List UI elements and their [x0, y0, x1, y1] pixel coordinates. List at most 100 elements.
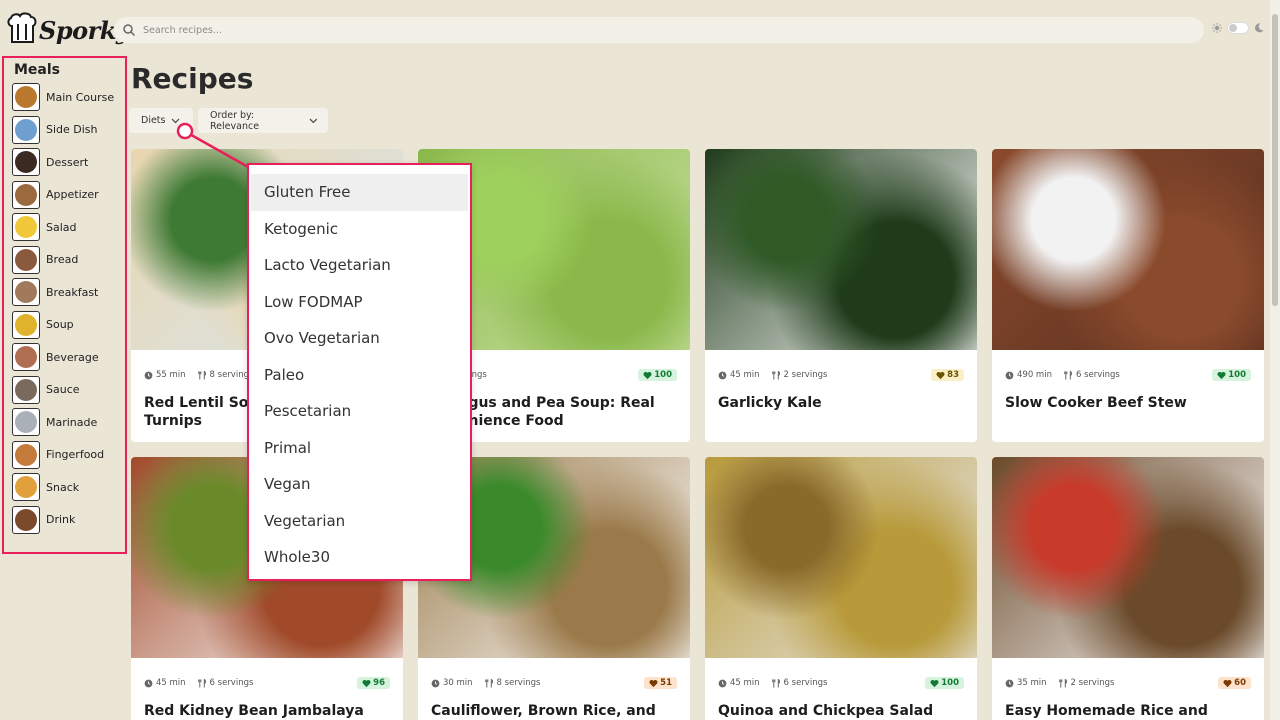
- cook-time-value: 35 min: [1017, 678, 1047, 688]
- bread-icon: [12, 245, 40, 274]
- app-logo[interactable]: Sporky: [6, 11, 130, 49]
- clock-icon: [718, 371, 727, 379]
- chevron-down-icon: [172, 118, 180, 123]
- health-score-value: 83: [947, 370, 959, 380]
- sun-icon: [1212, 23, 1222, 33]
- sidebar-item-soup[interactable]: Soup: [12, 309, 125, 342]
- heart-icon: [930, 679, 939, 687]
- utensils-icon: [197, 370, 206, 380]
- recipe-title[interactable]: Cauliflower, Brown Rice, and: [431, 702, 677, 720]
- diet-option-ketogenic[interactable]: Ketogenic: [251, 211, 468, 248]
- sidebar-item-label: Fingerfood: [46, 448, 105, 462]
- recipe-card[interactable]: 490 min 6 servings 100 Slow Cooker Beef Ste…: [992, 149, 1264, 442]
- sidebar-item-marinade[interactable]: Marinade: [12, 406, 125, 439]
- moon-icon: [1255, 23, 1264, 33]
- servings-value: 6 servings: [1075, 370, 1120, 380]
- dessert-icon: [12, 148, 40, 177]
- order-by-button[interactable]: Order by: Relevance: [198, 108, 328, 133]
- diet-option-lacto-vegetarian[interactable]: Lacto Vegetarian: [251, 247, 468, 284]
- meals-sidebar: Meals Main Course Side Dish Dessert Appetiz…: [2, 56, 127, 554]
- soup-icon: [12, 310, 40, 339]
- recipe-title[interactable]: Slow Cooker Beef Stew: [1005, 394, 1251, 412]
- recipe-card[interactable]: 45 min 6 servings 100 Quinoa and Chickpea S…: [705, 457, 977, 720]
- cook-time: 45 min: [144, 678, 186, 688]
- servings-value: 6 servings: [783, 678, 828, 688]
- heart-icon: [936, 371, 945, 379]
- app-header: Sporky: [0, 0, 1280, 58]
- servings: 6 servings: [1064, 370, 1120, 380]
- sidebar-item-label: Beverage: [46, 350, 99, 364]
- recipe-card[interactable]: 45 min 2 servings 83 Garlicky Kale: [705, 149, 977, 442]
- health-score-value: 100: [941, 678, 959, 688]
- recipe-meta: 30 min 8 servings 51: [431, 676, 677, 690]
- recipe-title[interactable]: Quinoa and Chickpea Salad with: [718, 702, 964, 720]
- recipe-title[interactable]: Easy Homemade Rice and Beans: [1005, 702, 1251, 720]
- sidebar-item-beverage[interactable]: Beverage: [12, 341, 125, 374]
- cook-time: 30 min: [431, 678, 473, 688]
- servings-value: 2 servings: [783, 370, 828, 380]
- servings-value: 6 servings: [209, 678, 254, 688]
- appetizer-icon: [12, 180, 40, 209]
- diets-filter-button[interactable]: Diets: [129, 108, 193, 133]
- sidebar-item-label: Drink: [46, 513, 76, 527]
- servings: 6 servings: [771, 678, 828, 688]
- sidebar-item-snack[interactable]: Snack: [12, 471, 125, 504]
- utensils-icon: [484, 678, 493, 688]
- diets-dropdown-menu: Gluten Free Ketogenic Lacto Vegetarian Low …: [247, 163, 472, 581]
- recipe-image[interactable]: [705, 149, 977, 350]
- recipe-image[interactable]: [992, 457, 1264, 658]
- recipe-meta: 45 min 2 servings 83: [718, 368, 964, 382]
- diet-option-vegetarian[interactable]: Vegetarian: [251, 503, 468, 540]
- sidebar-item-label: Bread: [46, 253, 79, 267]
- health-score-badge: 100: [1212, 369, 1251, 381]
- sidebar-item-side-dish[interactable]: Side Dish: [12, 114, 125, 147]
- servings: 6 servings: [197, 678, 254, 688]
- search-bar[interactable]: [114, 17, 1204, 43]
- clock-icon: [718, 679, 727, 687]
- sidebar-item-bread[interactable]: Bread: [12, 244, 125, 277]
- recipe-title[interactable]: Red Kidney Bean Jambalaya: [144, 702, 390, 720]
- recipe-image[interactable]: [992, 149, 1264, 350]
- sidebar-item-appetizer[interactable]: Appetizer: [12, 179, 125, 212]
- page-scrollbar[interactable]: [1270, 0, 1280, 720]
- health-score-badge: 60: [1218, 677, 1251, 689]
- diets-filter-label: Diets: [141, 115, 166, 126]
- sidebar-item-salad[interactable]: Salad: [12, 211, 125, 244]
- sidebar-item-label: Dessert: [46, 155, 89, 169]
- search-icon: [123, 24, 136, 37]
- order-by-label: Order by: Relevance: [210, 109, 260, 132]
- health-score-value: 96: [373, 678, 385, 688]
- diet-option-ovo-vegetarian[interactable]: Ovo Vegetarian: [251, 320, 468, 357]
- health-score-value: 60: [1234, 678, 1246, 688]
- diet-option-whole30[interactable]: Whole30: [251, 539, 468, 576]
- sidebar-item-label: Sauce: [46, 383, 80, 397]
- diet-option-gluten-free[interactable]: Gluten Free: [251, 174, 468, 211]
- recipe-title[interactable]: Garlicky Kale: [718, 394, 964, 412]
- sidebar-item-sauce[interactable]: Sauce: [12, 374, 125, 407]
- diet-option-pescetarian[interactable]: Pescetarian: [251, 393, 468, 430]
- sidebar-item-fingerfood[interactable]: Fingerfood: [12, 439, 125, 472]
- sidebar-item-label: Salad: [46, 220, 77, 234]
- diet-option-primal[interactable]: Primal: [251, 430, 468, 467]
- heart-icon: [649, 679, 658, 687]
- recipe-image[interactable]: [705, 457, 977, 658]
- sidebar-item-drink[interactable]: Drink: [12, 504, 125, 537]
- diet-option-paleo[interactable]: Paleo: [251, 357, 468, 394]
- recipe-meta: 45 min 6 servings 100: [718, 676, 964, 690]
- recipe-title[interactable]: agus and Pea Soup: Real enience Food: [459, 394, 677, 430]
- theme-toggle[interactable]: [1227, 22, 1249, 34]
- theme-switcher[interactable]: [1212, 22, 1264, 34]
- scrollbar-thumb[interactable]: [1272, 14, 1278, 306]
- search-input[interactable]: [143, 24, 1204, 36]
- sidebar-item-main-course[interactable]: Main Course: [12, 81, 125, 114]
- cook-time-value: 45 min: [730, 370, 760, 380]
- beverage-icon: [12, 343, 40, 372]
- sidebar-item-breakfast[interactable]: Breakfast: [12, 276, 125, 309]
- diet-option-low-fodmap[interactable]: Low FODMAP: [251, 284, 468, 321]
- utensils-icon: [1064, 370, 1072, 380]
- recipe-card[interactable]: 35 min 2 servings 60 Easy Homemade Rice and…: [992, 457, 1264, 720]
- diet-option-vegan[interactable]: Vegan: [251, 466, 468, 503]
- sidebar-item-dessert[interactable]: Dessert: [12, 146, 125, 179]
- page-title: Recipes: [131, 62, 254, 95]
- sidebar-item-label: Breakfast: [46, 285, 99, 299]
